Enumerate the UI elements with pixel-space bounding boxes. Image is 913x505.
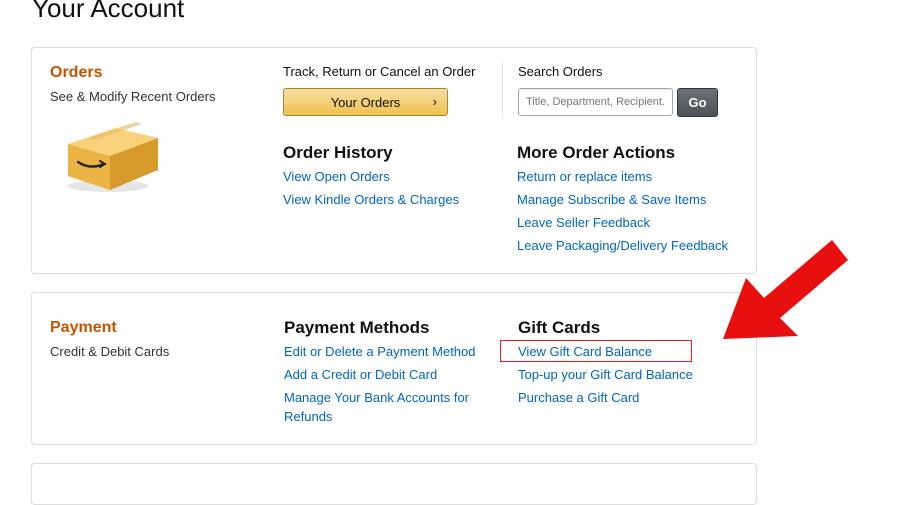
view-open-orders-link[interactable]: View Open Orders [283, 165, 459, 188]
box-icon[interactable] [58, 116, 168, 201]
top-up-gift-card-link[interactable]: Top-up your Gift Card Balance [518, 363, 693, 386]
order-history-links: View Open Orders View Kindle Orders & Ch… [283, 165, 459, 211]
payment-title[interactable]: Payment [50, 319, 117, 337]
red-arrow-icon [712, 238, 852, 348]
search-orders-input[interactable] [518, 88, 673, 116]
subscribe-save-link[interactable]: Manage Subscribe & Save Items [517, 188, 728, 211]
order-history-heading: Order History [283, 143, 393, 162]
next-section-box [31, 463, 757, 505]
orders-subtitle: See & Modify Recent Orders [50, 89, 216, 104]
add-card-link[interactable]: Add a Credit or Debit Card [284, 363, 489, 386]
edit-payment-method-link[interactable]: Edit or Delete a Payment Method [284, 340, 489, 363]
packaging-feedback-link[interactable]: Leave Packaging/Delivery Feedback [517, 234, 728, 257]
view-kindle-orders-link[interactable]: View Kindle Orders & Charges [283, 188, 459, 211]
your-orders-button-label: Your Orders [330, 94, 401, 110]
more-order-actions-heading: More Order Actions [517, 143, 676, 162]
payment-subtitle: Credit & Debit Cards [50, 344, 170, 359]
orders-box: Orders See & Modify Recent Orders Track,… [31, 47, 757, 274]
payment-methods-heading: Payment Methods [284, 318, 430, 337]
search-orders-label: Search Orders [518, 64, 603, 79]
payment-box: Payment Credit & Debit Cards Payment Met… [31, 292, 757, 445]
gift-cards-heading: Gift Cards [518, 318, 601, 337]
track-label: Track, Return or Cancel an Order [283, 64, 476, 79]
your-orders-button[interactable]: Your Orders › [283, 88, 448, 116]
bank-accounts-link[interactable]: Manage Your Bank Accounts for Refunds [284, 386, 489, 426]
more-order-actions-links: Return or replace items Manage Subscribe… [517, 165, 728, 257]
vertical-divider [502, 62, 503, 118]
orders-title[interactable]: Orders [50, 64, 102, 82]
go-button[interactable]: Go [677, 88, 718, 117]
purchase-gift-card-link[interactable]: Purchase a Gift Card [518, 386, 693, 409]
seller-feedback-link[interactable]: Leave Seller Feedback [517, 211, 728, 234]
chevron-right-icon: › [432, 94, 437, 109]
return-replace-link[interactable]: Return or replace items [517, 165, 728, 188]
view-gift-card-balance-link[interactable]: View Gift Card Balance [518, 340, 693, 363]
gift-cards-links: View Gift Card Balance Top-up your Gift … [518, 340, 693, 409]
page-title: Your Account [32, 0, 185, 23]
payment-methods-links: Edit or Delete a Payment Method Add a Cr… [284, 340, 489, 426]
